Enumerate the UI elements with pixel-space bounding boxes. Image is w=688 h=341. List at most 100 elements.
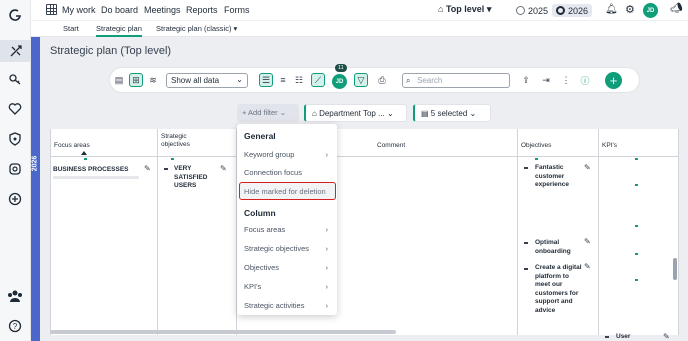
menu-item-focus-areas[interactable]: Focus areas › [244,225,330,234]
export-icon[interactable]: ⇥ [539,73,553,87]
strategic-objective-cell[interactable]: VERY SATISFIED USERS [174,165,216,191]
menu-item-strategic-activities[interactable]: Strategic activities › [244,301,330,310]
focus-area-cell[interactable]: BUSINESS PROCESSES [53,166,129,175]
app-logo-icon[interactable] [6,6,24,24]
menu-item-label: Keyword group [244,150,295,159]
add-filter-button[interactable]: + Add filter ⌄ [237,104,299,122]
header-divider [51,156,678,157]
search-input[interactable]: ⌕ Search [402,73,510,88]
edit-icon[interactable]: ✎ [144,164,153,173]
chevron-right-icon: › [325,263,329,272]
year-strip [31,36,40,341]
main-area: Strategic plan (Top level) ▤ ⊞ ≋ Show al… [40,37,688,341]
list-icon[interactable]: ≡ [276,73,290,87]
list-detail-icon[interactable]: ☷ [292,73,306,87]
menu-item-keyword-group[interactable]: Keyword group › [244,150,330,159]
tab-strategic-plan[interactable]: Strategic plan [96,24,142,37]
shield-nav-icon[interactable] [6,130,24,148]
filter-icon[interactable]: ▽ [354,73,368,87]
menu-item-hide-marked-for-deletion[interactable]: Hide marked for deletion [239,182,336,200]
megaphone-icon[interactable]: 📣︎ [670,3,683,14]
chevron-down-icon: ▾ [486,4,492,14]
edit-icon[interactable]: ✎ [584,237,593,246]
user-avatar[interactable]: JD [643,3,658,18]
objective-cell-1[interactable]: Fantastic customer experience [535,164,585,190]
search-placeholder: Search [417,76,443,85]
nav-do-board[interactable]: Do board [101,5,138,15]
objective-cell-2[interactable]: Optimal onboarding [535,239,585,256]
edit-icon[interactable]: ✎ [220,164,229,173]
marker [635,279,638,281]
kpi-cell[interactable]: User satisfaction [616,333,658,341]
chevron-down-icon: ⌄ [279,108,287,117]
menu-item-connection-focus[interactable]: Connection focus [244,168,330,177]
left-nav-rail: ? [0,0,31,341]
bell-icon[interactable]: 🔔︎ [605,4,618,15]
marker [535,158,538,160]
year-2025-label: 2025 [528,5,549,16]
apps-grid-icon[interactable] [46,4,57,15]
hierarchy-icon: ⌂ [438,4,444,14]
year-2026-radio[interactable]: 2026 [552,4,593,17]
tab-strategic-plan-classic[interactable]: Strategic plan (classic) ▾ [156,24,237,33]
vertical-scrollbar[interactable] [673,258,677,280]
add-nav-icon[interactable] [6,190,24,208]
strategy-nav-icon[interactable] [0,40,31,62]
department-filter-chip[interactable]: ⌂ Department Top ... ⌄ [304,104,407,122]
department-chip-label: Department Top ... [319,109,385,118]
sort-asc-icon[interactable] [81,151,87,155]
objective-cell-3[interactable]: Create a digital platform to meet our cu… [535,264,583,315]
marker [635,158,638,160]
add-filter-label: + Add filter [242,108,278,117]
view-select[interactable]: Show all data ⌄ [166,73,248,88]
nav-reports[interactable]: Reports [186,5,218,15]
edit-icon[interactable]: ✎ [584,163,593,172]
marker [635,184,638,186]
print-icon[interactable]: ⎙ [375,73,389,87]
horizontal-scrollbar[interactable] [50,330,396,334]
list-compact-icon[interactable]: ☰ [259,73,273,87]
nav-my-work[interactable]: My work [62,5,96,15]
layers-icon[interactable]: ≋ [146,73,160,87]
menu-heading-general: General [244,131,276,141]
gear-icon[interactable]: ⚙︎ [625,3,635,16]
marker [635,225,638,227]
help-icon[interactable]: ? [6,317,24,335]
menu-item-objectives[interactable]: Objectives › [244,263,330,272]
grid-view-icon[interactable]: ⊞ [129,73,143,87]
status-bar [524,167,528,169]
share-icon[interactable]: ⇪ [519,73,533,87]
page-title: Strategic plan (Top level) [50,45,172,57]
help-circle-icon[interactable]: ⓘ [578,73,592,87]
radio-icon [516,6,525,15]
view-select-value: Show all data [171,76,220,85]
menu-item-kpis[interactable]: KPI's › [244,282,330,291]
edit-icon[interactable]: ✎ [584,262,593,271]
tab-start[interactable]: Start [63,24,79,33]
assignee-avatar[interactable]: JD [332,74,347,89]
edit-icon[interactable]: ✎ [663,332,672,341]
nav-meetings[interactable]: Meetings [144,5,181,15]
level-selector[interactable]: ⌂ Top level ▾ [438,4,491,15]
search-doc-nav-icon[interactable] [6,160,24,178]
heart-nav-icon[interactable] [6,100,24,118]
header-focus-areas: Focus areas [54,142,90,149]
menu-heading-column: Column [244,208,276,218]
chart-icon[interactable]: ⟋ [311,73,325,87]
key-nav-icon[interactable] [6,70,24,88]
menu-item-strategic-objectives[interactable]: Strategic objectives › [244,244,330,253]
add-button[interactable]: + [605,72,622,89]
menu-item-label: Strategic objectives [244,244,310,253]
level-label: Top level [445,4,485,14]
chevron-right-icon: › [325,150,329,159]
status-bar [524,268,528,270]
more-icon[interactable]: ⋮ [559,73,573,87]
chevron-down-icon: ⌄ [386,109,394,118]
year-2026-label: 2026 [568,5,589,16]
year-2025-radio[interactable]: 2025 [512,4,552,17]
columns-filter-chip[interactable]: ▤ 5 selected ⌄ [413,104,491,122]
team-nav-icon[interactable] [6,287,24,305]
chevron-right-icon: › [325,282,329,291]
outline-view-icon[interactable]: ▤ [112,73,126,87]
nav-forms[interactable]: Forms [224,5,250,15]
